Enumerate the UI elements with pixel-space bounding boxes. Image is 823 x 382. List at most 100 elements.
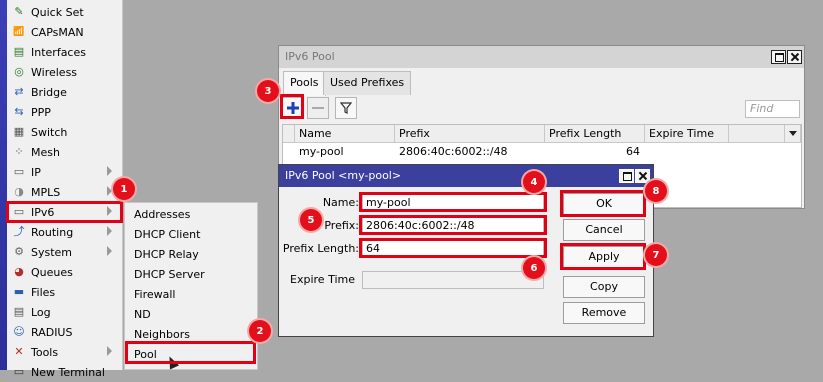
- apply-button[interactable]: Apply: [563, 246, 645, 268]
- step-badge-7: 7: [645, 244, 667, 266]
- sidebar-item-label: System: [31, 245, 73, 259]
- ipv6-icon: ▭: [13, 205, 25, 218]
- window-titlebar[interactable]: IPv6 Pool: [279, 46, 804, 68]
- remove-button[interactable]: Remove: [563, 302, 645, 324]
- step-badge-1: 1: [113, 178, 135, 200]
- mesh-icon: ⁘: [14, 145, 24, 158]
- submenu-item-addresses[interactable]: Addresses: [134, 205, 190, 225]
- sidebar-item-routing[interactable]: ⤴ Routing: [7, 222, 122, 242]
- cancel-button[interactable]: Cancel: [563, 219, 645, 241]
- sidebar-item-files[interactable]: ▬ Files: [7, 282, 122, 302]
- terminal-icon: ▭: [13, 365, 25, 378]
- sidebar-item-wireless[interactable]: ◎ Wireless: [7, 62, 122, 82]
- add-button[interactable]: [282, 97, 304, 119]
- expire-time-label: Expire Time: [290, 273, 355, 286]
- minus-icon: [312, 107, 324, 109]
- files-icon: ▬: [13, 285, 25, 298]
- sidebar-item-quick-set[interactable]: ✎ Quick Set: [7, 2, 122, 22]
- ip-icon: ▭: [13, 165, 25, 178]
- prefix-length-label: Prefix Length:: [282, 242, 359, 255]
- sidebar-item-queues[interactable]: ◕ Queues: [7, 262, 122, 282]
- column-header-blank: [729, 125, 785, 143]
- submenu-item-neighbors[interactable]: Neighbors: [134, 325, 190, 345]
- name-label: Name:: [322, 196, 359, 209]
- sidebar-item-new-terminal[interactable]: ▭ New Terminal: [7, 362, 122, 382]
- sidebar-item-mpls[interactable]: ◑ MPLS: [7, 182, 122, 202]
- cell-prefix-length: 64: [626, 145, 640, 158]
- tab-pools[interactable]: Pools: [283, 71, 326, 96]
- sidebar-item-label: Interfaces: [31, 45, 86, 59]
- sidebar-item-label: Mesh: [31, 145, 60, 159]
- filter-button[interactable]: [335, 97, 357, 119]
- column-header-name[interactable]: Name: [295, 125, 395, 143]
- name-field[interactable]: my-pool: [362, 194, 544, 212]
- switch-icon: ▦: [13, 125, 25, 138]
- dialog-titlebar[interactable]: IPv6 Pool <my-pool>: [279, 165, 653, 187]
- radius-icon: ☺: [13, 325, 25, 338]
- sidebar-item-label: Log: [31, 305, 51, 319]
- chevron-right-icon: [107, 246, 112, 256]
- sidebar-item-switch[interactable]: ▦ Switch: [7, 122, 122, 142]
- sidebar-item-system[interactable]: ⚙ System: [7, 242, 122, 262]
- sidebar-item-mesh[interactable]: ⁘ Mesh: [7, 142, 122, 162]
- sidebar-item-label: MPLS: [31, 185, 61, 199]
- sidebar-item-interfaces[interactable]: ▤ Interfaces: [7, 42, 122, 62]
- sidebar-item-bridge[interactable]: ⇄ Bridge: [7, 82, 122, 102]
- sidebar-item-tools[interactable]: ✕ Tools: [7, 342, 122, 362]
- sidebar-item-label: RADIUS: [31, 325, 73, 339]
- column-header-prefix-length[interactable]: Prefix Length: [545, 125, 645, 143]
- remove-toolbar-button[interactable]: [307, 97, 329, 119]
- sidebar-item-label: Bridge: [31, 85, 67, 99]
- sidebar-item-label: IP: [31, 165, 41, 179]
- sidebar-item-log[interactable]: ▤ Log: [7, 302, 122, 322]
- find-input[interactable]: Find: [745, 100, 800, 118]
- sidebar-item-label: Switch: [31, 125, 68, 139]
- step-badge-8: 8: [645, 180, 667, 202]
- submenu-item-pool[interactable]: Pool: [134, 345, 157, 365]
- ok-button[interactable]: OK: [563, 193, 645, 215]
- wireless-icon: ◎: [14, 65, 24, 78]
- capsman-icon: 📶: [13, 27, 25, 37]
- maximize-icon[interactable]: [771, 50, 786, 64]
- sidebar-item-label: Queues: [31, 265, 73, 279]
- table-header-spacer: [283, 125, 295, 143]
- step-badge-3: 3: [257, 80, 279, 102]
- sidebar: ✎ Quick Set 📶 CAPsMAN ▤ Interfaces ◎ Wir…: [0, 0, 123, 379]
- prefix-length-field[interactable]: 64: [362, 240, 544, 258]
- submenu-item-firewall[interactable]: Firewall: [134, 285, 175, 305]
- close-icon[interactable]: [635, 169, 650, 183]
- sidebar-item-label: Files: [31, 285, 56, 299]
- maximize-icon[interactable]: [619, 169, 634, 183]
- prefix-field[interactable]: 2806:40c:6002::/48: [362, 217, 544, 235]
- column-header-prefix[interactable]: Prefix: [395, 125, 545, 143]
- ipv6-submenu: Addresses DHCP Client DHCP Relay DHCP Se…: [124, 202, 258, 370]
- submenu-item-dhcp-relay[interactable]: DHCP Relay: [134, 245, 199, 265]
- step-badge-4: 4: [523, 171, 545, 193]
- sidebar-item-capsman[interactable]: 📶 CAPsMAN: [7, 22, 122, 42]
- plus-icon: [287, 102, 299, 114]
- sidebar-item-radius[interactable]: ☺ RADIUS: [7, 322, 122, 342]
- chevron-right-icon: [107, 206, 112, 216]
- cell-prefix: 2806:40c:6002::/48: [399, 145, 508, 158]
- submenu-item-nd[interactable]: ND: [134, 305, 151, 325]
- column-menu-button[interactable]: [785, 125, 801, 143]
- submenu-item-dhcp-client[interactable]: DHCP Client: [134, 225, 200, 245]
- system-icon: ⚙: [14, 245, 24, 258]
- sidebar-strip: [0, 0, 7, 370]
- sidebar-item-ppp[interactable]: ⇆ PPP: [7, 102, 122, 122]
- step-badge-5: 5: [300, 209, 322, 231]
- tab-used-prefixes[interactable]: Used Prefixes: [323, 71, 412, 95]
- copy-button[interactable]: Copy: [563, 276, 645, 298]
- sidebar-item-label: Quick Set: [31, 5, 84, 19]
- filter-icon: [340, 102, 352, 114]
- submenu-item-dhcp-server[interactable]: DHCP Server: [134, 265, 205, 285]
- chevron-right-icon: [107, 346, 112, 356]
- close-icon[interactable]: [787, 50, 802, 64]
- tools-icon: ✕: [14, 345, 24, 358]
- sidebar-item-ip[interactable]: ▭ IP: [7, 162, 122, 182]
- column-header-expire-time[interactable]: Expire Time: [645, 125, 729, 143]
- interfaces-icon: ▤: [13, 45, 25, 58]
- routing-icon: ⤴: [13, 225, 25, 238]
- sidebar-item-ipv6[interactable]: ▭ IPv6: [7, 202, 122, 222]
- bridge-icon: ⇄: [14, 85, 24, 98]
